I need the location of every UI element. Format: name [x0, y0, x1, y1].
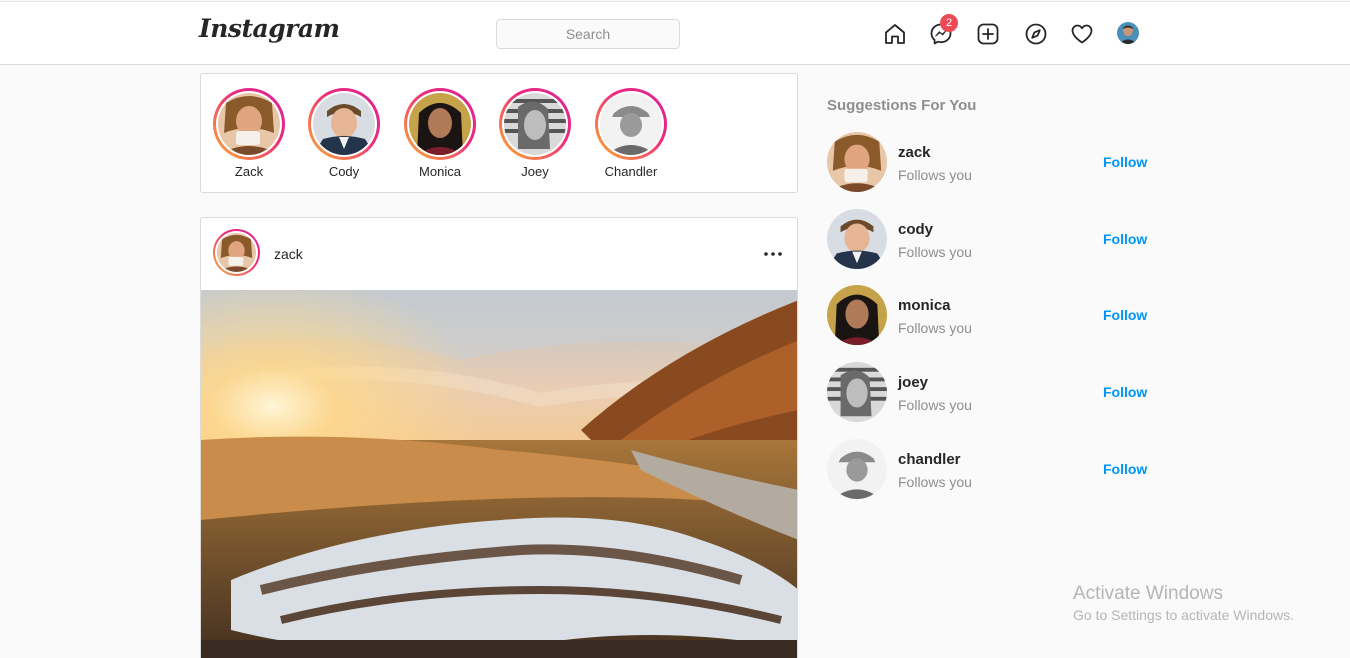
- story-chandler[interactable]: Chandler: [591, 88, 671, 179]
- home-icon[interactable]: [883, 22, 907, 46]
- follow-button[interactable]: Follow: [1103, 461, 1147, 477]
- story-label: Cody: [328, 164, 360, 179]
- follow-button[interactable]: Follow: [1103, 384, 1147, 400]
- follow-button[interactable]: Follow: [1103, 231, 1147, 247]
- suggestion-item-zack: zack Follows you Follow: [827, 132, 1167, 194]
- search-input[interactable]: [496, 19, 680, 49]
- activate-windows-title: Activate Windows: [1073, 583, 1223, 604]
- story-label: Chandler: [604, 164, 658, 179]
- suggestion-username[interactable]: cody: [898, 221, 933, 238]
- suggestion-subtitle: Follows you: [898, 320, 972, 336]
- suggestion-username[interactable]: zack: [898, 144, 931, 161]
- suggestion-item-monica: monica Follows you Follow: [827, 285, 1167, 347]
- post-author-avatar[interactable]: [213, 229, 260, 276]
- suggestion-avatar[interactable]: [827, 439, 887, 499]
- story-monica[interactable]: Monica: [400, 88, 480, 179]
- profile-avatar[interactable]: [1117, 22, 1139, 44]
- post-username[interactable]: zack: [274, 246, 303, 262]
- new-post-icon[interactable]: [976, 22, 1000, 46]
- suggestion-item-joey: joey Follows you Follow: [827, 362, 1167, 424]
- post-photo[interactable]: [201, 290, 797, 658]
- story-zack[interactable]: Zack: [209, 88, 289, 179]
- suggestion-item-cody: cody Follows you Follow: [827, 209, 1167, 271]
- suggestion-subtitle: Follows you: [898, 474, 972, 490]
- activate-windows-subtitle: Go to Settings to activate Windows.: [1073, 607, 1294, 623]
- suggestions-title: Suggestions For You: [827, 97, 977, 114]
- more-options-icon[interactable]: [761, 246, 785, 262]
- messages-badge: 2: [940, 14, 958, 32]
- follow-button[interactable]: Follow: [1103, 154, 1147, 170]
- story-joey[interactable]: Joey: [495, 88, 575, 179]
- activity-heart-icon[interactable]: [1070, 22, 1094, 46]
- suggestion-avatar[interactable]: [827, 209, 887, 269]
- feed-post: zack: [200, 217, 798, 658]
- story-label: Joey: [521, 164, 549, 179]
- suggestion-username[interactable]: chandler: [898, 451, 961, 468]
- suggestion-subtitle: Follows you: [898, 244, 972, 260]
- stories-tray: Zack Cody Monica Joey Chandler: [200, 73, 798, 193]
- story-label: Monica: [419, 164, 461, 179]
- suggestion-username[interactable]: joey: [898, 374, 928, 391]
- suggestion-avatar[interactable]: [827, 132, 887, 192]
- instagram-logo[interactable]: Instagram: [199, 14, 340, 43]
- explore-icon[interactable]: [1024, 22, 1048, 46]
- story-cody[interactable]: Cody: [304, 88, 384, 179]
- follow-button[interactable]: Follow: [1103, 307, 1147, 323]
- story-label: Zack: [234, 164, 264, 179]
- suggestion-avatar[interactable]: [827, 362, 887, 422]
- suggestion-subtitle: Follows you: [898, 397, 972, 413]
- suggestion-item-chandler: chandler Follows you Follow: [827, 439, 1167, 501]
- suggestion-subtitle: Follows you: [898, 167, 972, 183]
- top-navigation-bar: Instagram 2: [0, 1, 1350, 65]
- suggestion-username[interactable]: monica: [898, 297, 951, 314]
- suggestion-avatar[interactable]: [827, 285, 887, 345]
